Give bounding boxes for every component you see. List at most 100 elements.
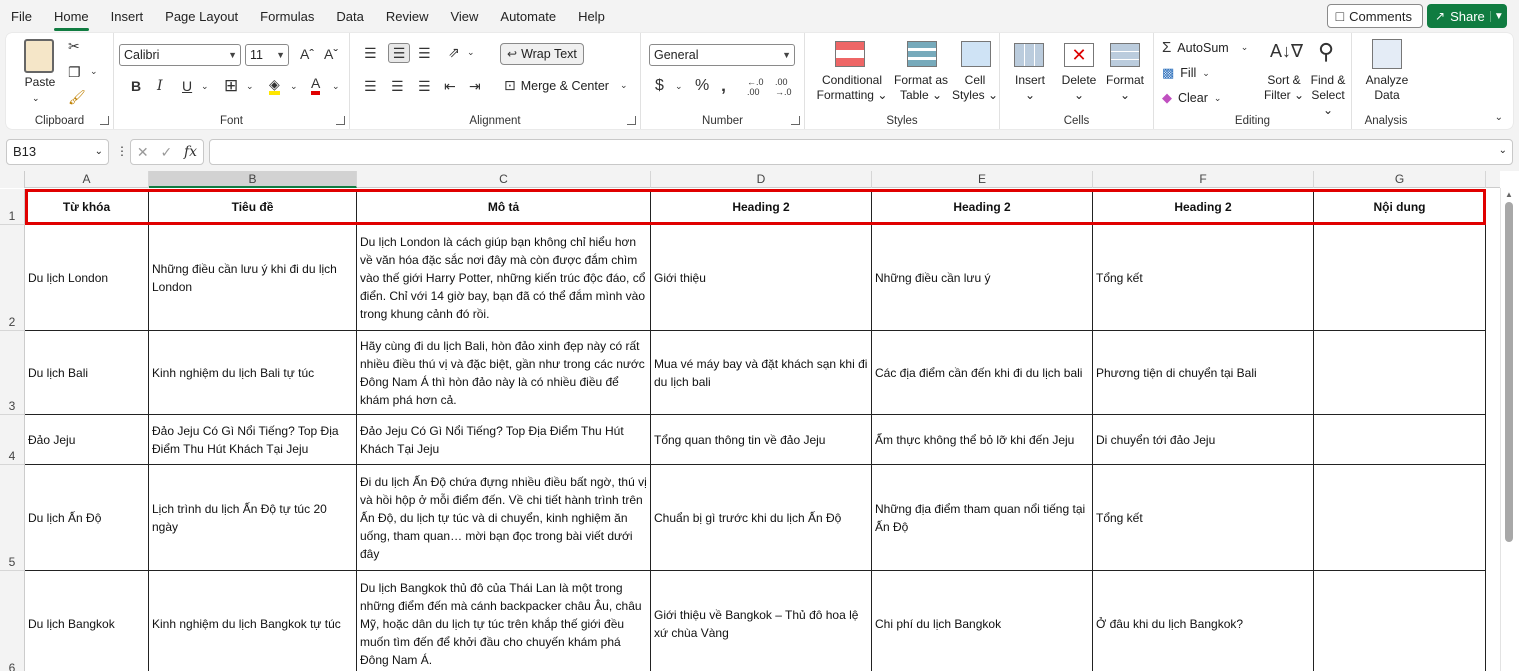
format-cells-button[interactable]: Format ⌄ <box>1102 73 1148 103</box>
column-header-f[interactable]: F <box>1093 171 1314 188</box>
italic-icon[interactable]: I <box>157 78 163 94</box>
table-cell[interactable]: Du lịch London <box>25 225 149 331</box>
column-header-g[interactable]: G <box>1314 171 1486 188</box>
table-cell[interactable]: Chi phí du lịch Bangkok <box>872 571 1093 671</box>
copy-dropdown-icon[interactable]: ⌄ <box>90 66 98 77</box>
tab-home[interactable]: Home <box>43 0 100 33</box>
paste-icon[interactable] <box>24 39 54 73</box>
scroll-up-icon[interactable]: ▲ <box>1505 190 1513 199</box>
borders-dropdown-icon[interactable]: ⌄ <box>246 81 254 92</box>
table-cell[interactable] <box>1314 331 1486 415</box>
cut-icon[interactable]: ✂ <box>68 38 80 55</box>
header-cell[interactable]: Heading 2 <box>872 189 1093 225</box>
decrease-indent-icon[interactable]: ⇤ <box>444 78 456 95</box>
table-cell[interactable]: Những địa điểm tham quan nổi tiếng tại Ấ… <box>872 465 1093 571</box>
column-header-d[interactable]: D <box>651 171 872 188</box>
share-button[interactable]: ↗ Share ▼ <box>1427 4 1507 28</box>
tab-page-layout[interactable]: Page Layout <box>154 0 249 33</box>
bold-icon[interactable]: B <box>131 78 141 94</box>
scrollbar-thumb[interactable] <box>1505 202 1513 542</box>
paste-button[interactable]: Paste <box>20 75 60 90</box>
row-header[interactable]: 5 <box>0 465 25 571</box>
table-cell[interactable]: Du lịch Bangkok <box>25 571 149 671</box>
row-header[interactable]: 6 <box>0 571 25 671</box>
table-cell[interactable]: Phương tiện di chuyển tại Bali <box>1093 331 1314 415</box>
table-cell[interactable] <box>1314 225 1486 331</box>
autosum-button[interactable]: Σ AutoSum ⌄ <box>1162 39 1248 56</box>
tab-help[interactable]: Help <box>567 0 616 33</box>
sort-filter-icon[interactable]: A↓∇ <box>1270 41 1303 62</box>
font-size-select[interactable]: 11 ▼ <box>245 44 289 66</box>
table-cell[interactable]: Hãy cùng đi du lịch Bali, hòn đảo xinh đ… <box>357 331 651 415</box>
tab-insert[interactable]: Insert <box>100 0 155 33</box>
row-header[interactable]: 4 <box>0 415 25 465</box>
tab-view[interactable]: View <box>439 0 489 33</box>
table-cell[interactable]: Tổng kết <box>1093 465 1314 571</box>
table-cell[interactable] <box>1314 465 1486 571</box>
header-cell[interactable]: Mô tả <box>357 189 651 225</box>
insert-function-icon[interactable]: fx <box>184 144 197 160</box>
table-cell[interactable]: Tổng kết <box>1093 225 1314 331</box>
clear-button[interactable]: ◆ Clear ⌄ <box>1162 90 1221 106</box>
table-cell[interactable]: Giới thiệu về Bangkok – Thủ đô hoa lệ xứ… <box>651 571 872 671</box>
enter-icon[interactable]: ✓ <box>160 144 172 161</box>
font-name-select[interactable]: Calibri ▼ <box>119 44 241 66</box>
underline-icon[interactable]: U <box>182 78 192 94</box>
increase-decimal-icon[interactable]: ←.0.00 <box>747 77 764 97</box>
currency-dropdown-icon[interactable]: ⌄ <box>675 81 683 92</box>
number-launcher-icon[interactable] <box>791 116 800 125</box>
fill-button[interactable]: ▩ Fill ⌄ <box>1162 65 1210 81</box>
table-cell[interactable]: Ở đâu khi du lịch Bangkok? <box>1093 571 1314 671</box>
comma-style-icon[interactable]: ‚ <box>721 75 726 96</box>
clipboard-launcher-icon[interactable] <box>100 116 109 125</box>
wrap-text-button[interactable]: ↩ Wrap Text <box>500 43 584 65</box>
tab-automate[interactable]: Automate <box>489 0 567 33</box>
cancel-icon[interactable]: ✕ <box>137 144 149 161</box>
table-cell[interactable]: Những điều cần lưu ý khi đi du lịch Lond… <box>149 225 357 331</box>
font-color-dropdown-icon[interactable]: ⌄ <box>332 81 340 92</box>
table-cell[interactable]: Tổng quan thông tin về đảo Jeju <box>651 415 872 465</box>
table-cell[interactable]: Đảo Jeju <box>25 415 149 465</box>
top-align-icon[interactable]: ☰ <box>364 45 377 62</box>
table-cell[interactable]: Du lịch Bangkok thủ đô của Thái Lan là m… <box>357 571 651 671</box>
copy-icon[interactable]: ❐ <box>68 64 81 81</box>
delete-cells-button[interactable]: Delete ⌄ <box>1056 73 1102 103</box>
fill-color-dropdown-icon[interactable]: ⌄ <box>290 81 298 92</box>
column-header-e[interactable]: E <box>872 171 1093 188</box>
align-right-icon[interactable]: ☰ <box>418 78 431 95</box>
underline-dropdown-icon[interactable]: ⌄ <box>201 81 209 92</box>
table-cell[interactable]: Kinh nghiệm du lịch Bangkok tự túc <box>149 571 357 671</box>
table-cell[interactable]: Đảo Jeju Có Gì Nổi Tiếng? Top Địa Điểm T… <box>149 415 357 465</box>
table-cell[interactable] <box>1314 415 1486 465</box>
cell-styles-icon[interactable] <box>961 41 991 67</box>
vertical-scrollbar[interactable]: ▲ <box>1500 188 1519 671</box>
format-as-table-button[interactable]: Format as Table ⌄ <box>891 73 951 103</box>
insert-cells-button[interactable]: Insert ⌄ <box>1008 73 1052 103</box>
delete-cells-icon[interactable]: ✕ <box>1064 43 1094 67</box>
alignment-launcher-icon[interactable] <box>627 116 636 125</box>
header-cell[interactable]: Heading 2 <box>1093 189 1314 225</box>
table-cell[interactable]: Di chuyển tới đảo Jeju <box>1093 415 1314 465</box>
format-painter-icon[interactable]: 🖌 <box>68 89 86 106</box>
column-header-b[interactable]: B <box>149 171 357 188</box>
collapse-ribbon-icon[interactable]: ⌄ <box>1495 112 1503 123</box>
analyze-data-button[interactable]: Analyze Data <box>1356 73 1418 103</box>
middle-align-icon[interactable]: ☰ <box>388 43 410 63</box>
table-cell[interactable]: Đi du lịch Ấn Độ chứa đựng nhiều điều bấ… <box>357 465 651 571</box>
tab-review[interactable]: Review <box>375 0 440 33</box>
table-cell[interactable]: Mua vé máy bay và đặt khách sạn khi đi d… <box>651 331 872 415</box>
table-cell[interactable]: Các địa điểm cần đến khi đi du lịch bali <box>872 331 1093 415</box>
percent-icon[interactable]: % <box>695 77 709 95</box>
sort-filter-button[interactable]: Sort & Filter ⌄ <box>1262 73 1306 103</box>
table-cell[interactable]: Lịch trình du lịch Ấn Độ tự túc 20 ngày <box>149 465 357 571</box>
header-cell[interactable]: Heading 2 <box>651 189 872 225</box>
decrease-decimal-icon[interactable]: .00 →.0 <box>775 77 792 97</box>
paste-dropdown-icon[interactable]: ⌄ <box>32 93 40 104</box>
insert-cells-icon[interactable] <box>1014 43 1044 67</box>
more-options-icon[interactable]: ⋮ <box>116 144 128 158</box>
table-cell[interactable]: Ẩm thực không thể bỏ lỡ khi đến Jeju <box>872 415 1093 465</box>
tab-formulas[interactable]: Formulas <box>249 0 325 33</box>
font-color-icon[interactable]: A <box>311 75 321 95</box>
column-header-a[interactable]: A <box>25 171 149 188</box>
comments-button[interactable]: □ Comments <box>1326 4 1423 28</box>
